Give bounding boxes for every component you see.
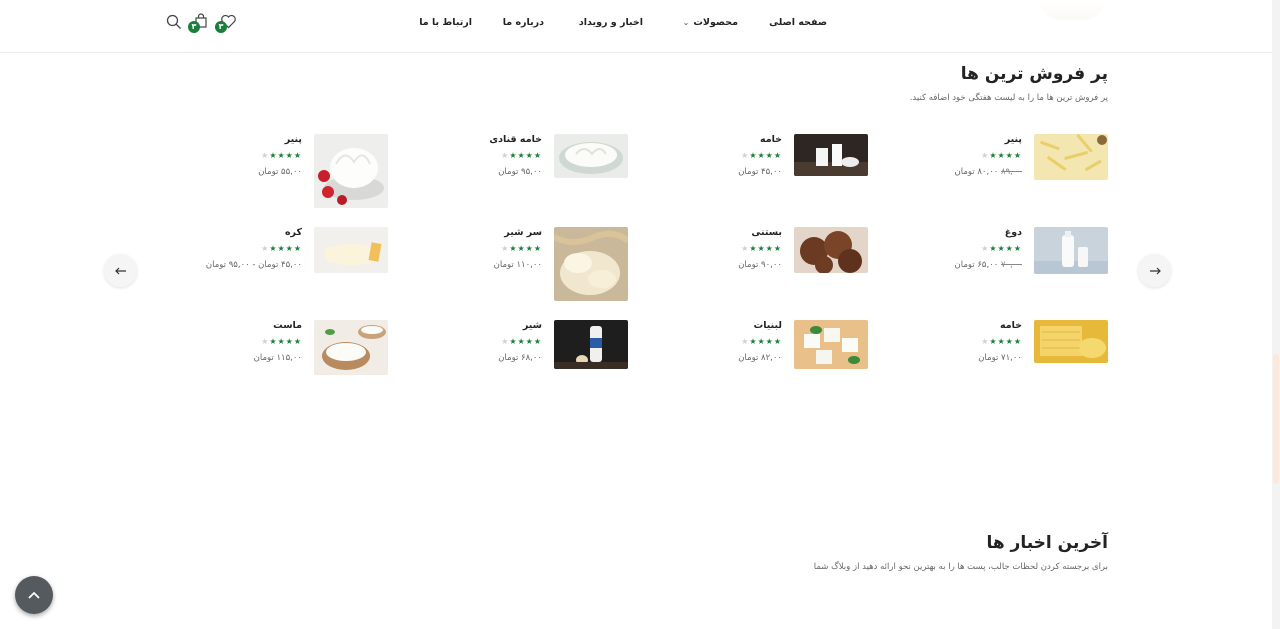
product-rating: ★★★★★ xyxy=(741,337,782,346)
bestsellers-title: پر فروش ترین ها xyxy=(960,64,1108,84)
product-rating: ★★★★★ xyxy=(501,151,542,160)
product-price: ۸۹,۰۰ ۸۰,۰۰ تومان xyxy=(955,167,1022,178)
nav-about[interactable]: درباره ما xyxy=(503,17,544,28)
product-card[interactable]: بستنی ★★★★★ ۹۰,۰۰ تومان xyxy=(650,227,868,302)
product-price: ۷۱,۰۰ تومان xyxy=(978,353,1022,363)
product-card[interactable]: شیر ★★★★★ ۶۸,۰۰ تومان xyxy=(410,320,628,395)
nav-contact[interactable]: ارتباط با ما xyxy=(419,17,472,28)
product-price: ۱۱۵,۰۰ تومان xyxy=(253,353,302,363)
product-card[interactable]: پنیر ★★★★★ ۸۹,۰۰ ۸۰,۰۰ تومان xyxy=(890,134,1108,209)
product-image-cream-milk[interactable] xyxy=(794,134,868,176)
chevron-down-icon: ⌄ xyxy=(682,18,690,27)
carousel-prev-button[interactable] xyxy=(104,254,137,287)
product-price: ۱۱۰,۰۰ تومان xyxy=(493,260,542,270)
product-image-milk-bottle-dark[interactable] xyxy=(554,320,628,369)
product-card[interactable]: خامه ★★★★★ ۷۱,۰۰ تومان xyxy=(890,320,1108,395)
product-card[interactable]: خامه قنادی ★★★★★ ۹۵,۰۰ تومان xyxy=(410,134,628,209)
product-image-chocolate-icecream[interactable] xyxy=(794,227,868,273)
cart-count-badge: ۳ xyxy=(188,21,200,33)
product-name[interactable]: خامه قنادی xyxy=(489,134,542,146)
product-rating: ★★★★★ xyxy=(261,337,302,346)
product-image-cheese-grated[interactable] xyxy=(1034,134,1108,180)
page-scrollbar[interactable] xyxy=(1272,0,1280,629)
product-rating: ★★★★★ xyxy=(261,244,302,253)
product-name[interactable]: ماست xyxy=(254,320,302,332)
scroll-to-top-button[interactable] xyxy=(15,576,53,614)
scrollbar-thumb[interactable] xyxy=(1273,354,1279,484)
nav-products[interactable]: محصولات⌄ xyxy=(683,17,738,28)
product-name[interactable]: پنیر xyxy=(258,134,302,146)
product-name[interactable]: شیر xyxy=(498,320,542,332)
product-card[interactable]: پنیر ★★★★★ ۵۵,۰۰ تومان xyxy=(170,134,388,209)
product-rating: ★★★★★ xyxy=(501,244,542,253)
arrow-left-icon xyxy=(114,267,126,274)
product-rating: ★★★★★ xyxy=(741,151,782,160)
product-card[interactable]: ماست ★★★★★ ۱۱۵,۰۰ تومان xyxy=(170,320,388,395)
product-rating: ★★★★★ xyxy=(981,244,1022,253)
product-name[interactable]: سر شیر xyxy=(494,227,542,239)
product-current-price: ۶۵,۰۰ تومان xyxy=(954,260,999,270)
product-rating: ★★★★★ xyxy=(981,151,1022,160)
product-card[interactable]: لبنیات ★★★★★ ۸۲,۰۰ تومان xyxy=(650,320,868,395)
product-price: ۹۵,۰۰ تومان xyxy=(498,167,542,177)
product-card[interactable]: خامه ★★★★★ ۴۵,۰۰ تومان xyxy=(650,134,868,209)
search-icon[interactable] xyxy=(166,14,182,30)
product-card[interactable]: کره ★★★★★ ۴۵,۰۰ تومان - ۹۵,۰۰ تومان xyxy=(170,227,388,302)
arrow-right-icon xyxy=(1149,267,1161,274)
carousel-next-button[interactable] xyxy=(1138,254,1171,287)
product-price: ۸۲,۰۰ تومان xyxy=(738,353,782,363)
product-price: ۶۸,۰۰ تومان xyxy=(498,353,542,363)
product-rating: ★★★★★ xyxy=(501,337,542,346)
product-name[interactable]: خامه xyxy=(978,320,1022,332)
nav-news[interactable]: اخبار و رویداد xyxy=(579,17,643,28)
product-price: ۵۵,۰۰ تومان xyxy=(258,167,302,177)
nav-home[interactable]: صفحه اصلی xyxy=(769,17,827,28)
product-image-milk-bottle[interactable] xyxy=(1034,227,1108,274)
product-image-yogurt-bowl[interactable] xyxy=(314,320,388,375)
product-price: ۴۵,۰۰ تومان - ۹۵,۰۰ تومان xyxy=(205,260,302,270)
product-name[interactable]: دوغ xyxy=(955,227,1022,239)
product-card[interactable]: دوغ ★★★★★ ۷۰,۰۰ ۶۵,۰۰ تومان xyxy=(890,227,1108,302)
product-name[interactable]: بستنی xyxy=(738,227,782,239)
news-subtitle: برای برجسته کردن لحظات جالب، پست ها را ب… xyxy=(813,562,1108,572)
product-current-price: ۸۰,۰۰ تومان xyxy=(954,167,999,177)
product-price: ۹۰,۰۰ تومان xyxy=(738,260,782,270)
wishlist-count-badge: ۳ xyxy=(215,21,227,33)
product-image-butter-block[interactable] xyxy=(1034,320,1108,363)
site-header: صفحه اصلی محصولات⌄ اخبار و رویداد درباره… xyxy=(0,0,1272,53)
product-image-feta-cubes[interactable] xyxy=(794,320,868,369)
product-old-price: ۷۰,۰۰ xyxy=(1001,260,1022,270)
product-image-cream-bowl[interactable] xyxy=(314,134,388,208)
product-rating: ★★★★★ xyxy=(261,151,302,160)
product-price: ۴۵,۰۰ تومان xyxy=(738,167,782,177)
product-image-whipped-cream[interactable] xyxy=(554,134,628,178)
product-rating: ★★★★★ xyxy=(981,337,1022,346)
logo[interactable] xyxy=(1040,0,1104,20)
product-rating: ★★★★★ xyxy=(741,244,782,253)
product-price: ۷۰,۰۰ ۶۵,۰۰ تومان xyxy=(955,260,1022,271)
product-old-price: ۸۹,۰۰ xyxy=(1001,167,1022,177)
bestsellers-subtitle: پر فروش ترین ها ما را به لیست هفتگی خود … xyxy=(909,93,1108,103)
news-title: آخرین اخبار ها xyxy=(986,533,1108,553)
product-name[interactable]: کره xyxy=(206,227,302,239)
product-image-butter[interactable] xyxy=(314,227,388,273)
product-image-clotted-cream[interactable] xyxy=(554,227,628,301)
product-name[interactable]: خامه xyxy=(738,134,782,146)
chevron-up-icon xyxy=(28,591,40,599)
product-name[interactable]: پنیر xyxy=(955,134,1022,146)
product-name[interactable]: لبنیات xyxy=(738,320,782,332)
product-card[interactable]: سر شیر ★★★★★ ۱۱۰,۰۰ تومان xyxy=(410,227,628,302)
nav-products-label: محصولات xyxy=(693,17,738,28)
